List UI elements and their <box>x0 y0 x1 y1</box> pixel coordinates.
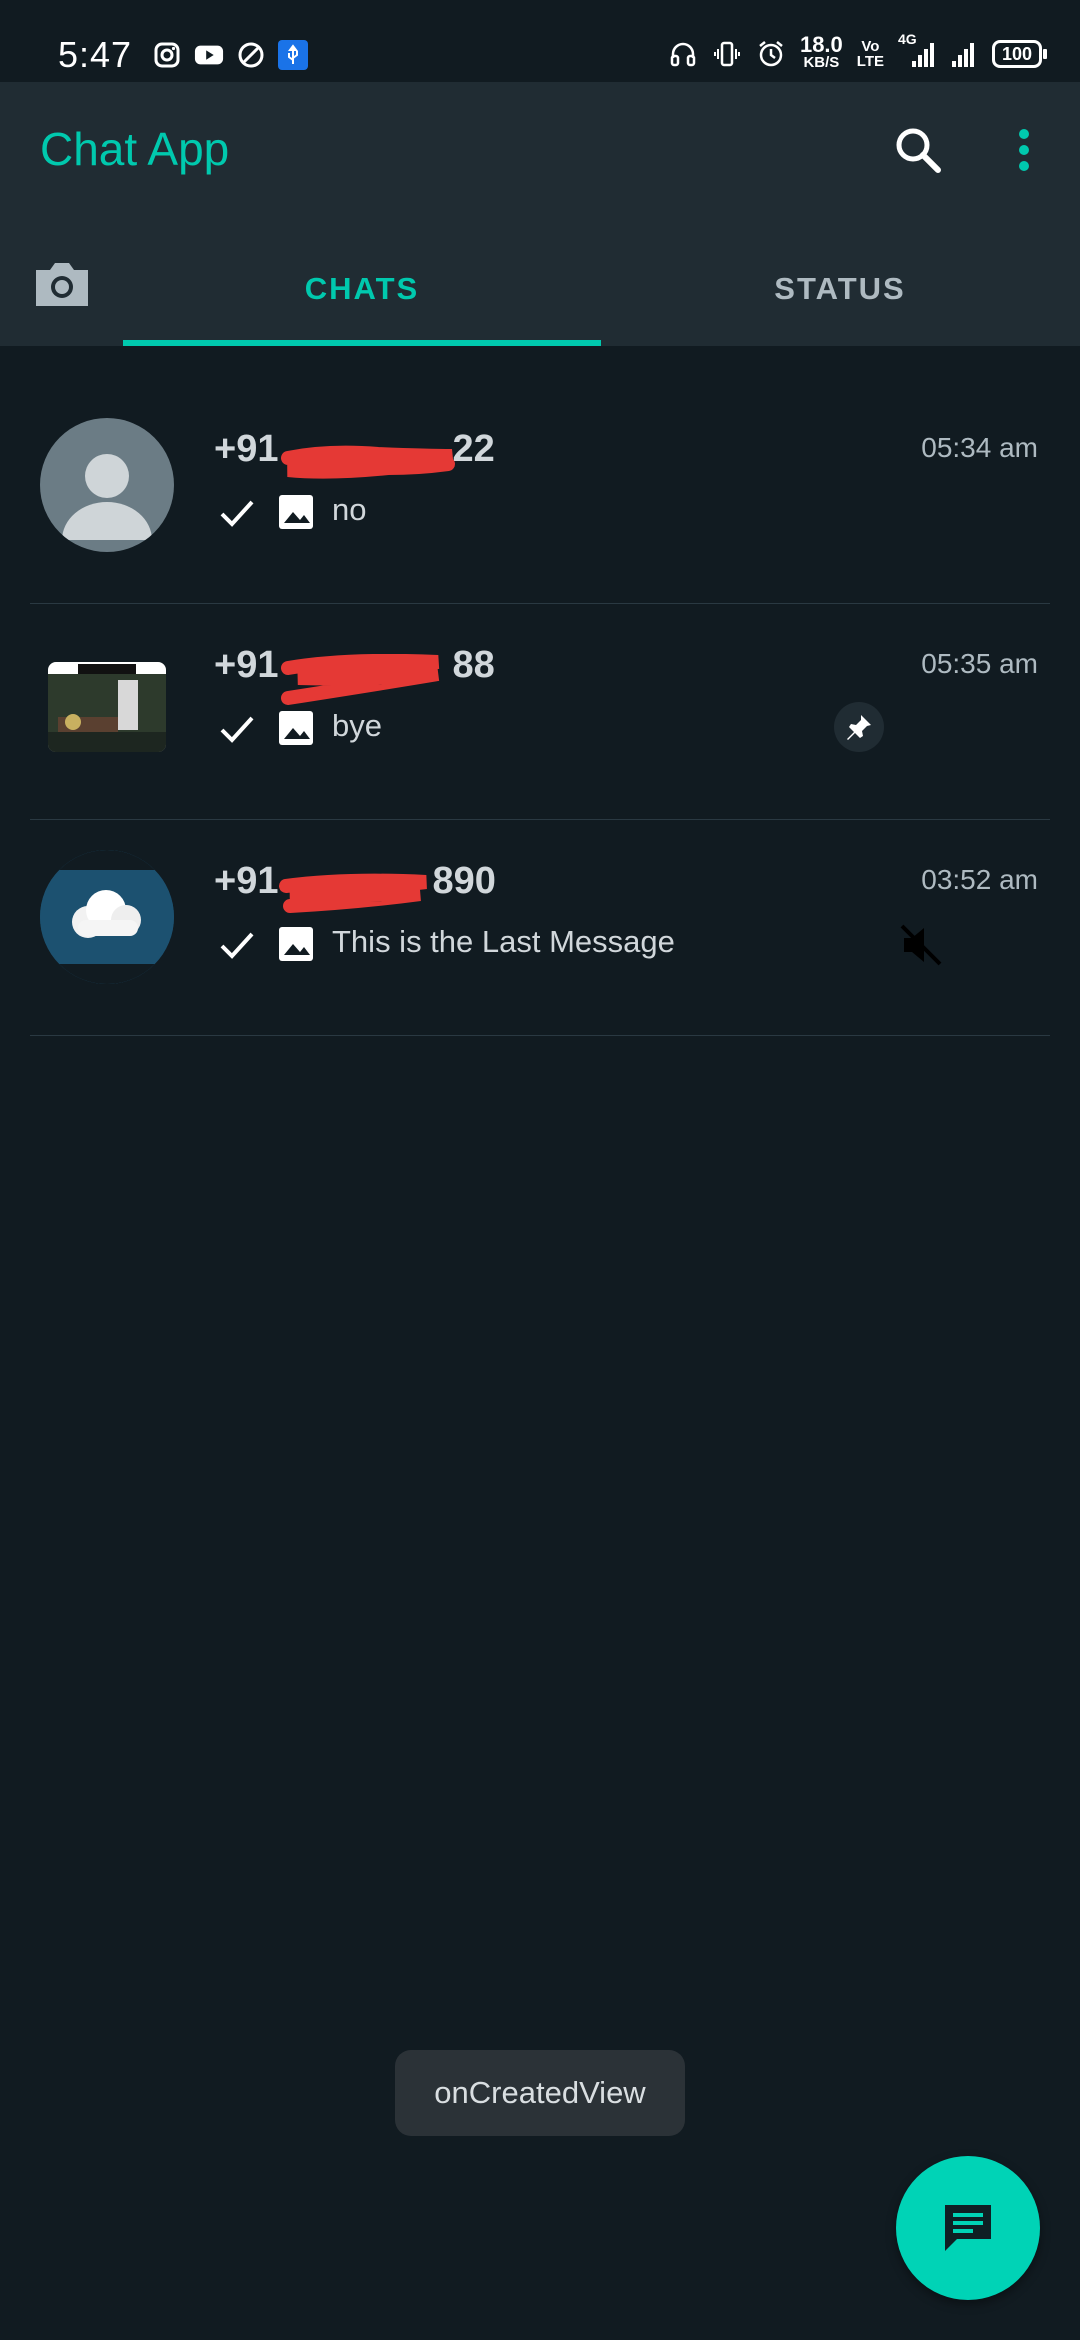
alarm-icon <box>756 39 786 69</box>
search-icon <box>896 128 941 173</box>
chat-row[interactable]: +91 890 03:52 am This is the Last Message <box>0 820 1080 1036</box>
image-icon <box>279 495 313 529</box>
battery-indicator: 100 <box>992 40 1047 68</box>
redaction-mark <box>279 873 427 913</box>
redaction-mark <box>281 445 455 479</box>
last-message: bye <box>332 708 382 743</box>
avatar[interactable] <box>40 418 174 552</box>
chat-time: 05:35 am <box>921 648 1038 679</box>
camera-icon <box>36 263 88 306</box>
pinned-badge <box>834 702 884 752</box>
last-message: no <box>332 492 367 527</box>
status-time: 5:47 <box>58 34 133 75</box>
chat-row[interactable]: +91 22 05:34 am no <box>0 388 1080 604</box>
redaction-mark <box>281 654 440 705</box>
signal-icon <box>948 39 978 69</box>
image-icon <box>279 927 313 961</box>
toast-message: onCreatedView <box>395 2050 685 2136</box>
app-bar: Chat App CHATS STATUS <box>0 82 1080 346</box>
chat-message-icon <box>945 2205 991 2251</box>
tab-indicator <box>123 340 601 346</box>
tab-chats[interactable]: CHATS <box>123 232 601 346</box>
volte-indicator: Vo LTE <box>856 38 884 70</box>
network-speed: 18.0 KB/S <box>799 32 843 72</box>
tab-bar: CHATS STATUS <box>0 232 1080 346</box>
blocked-icon <box>236 40 266 70</box>
chat-time: 03:52 am <box>921 864 1038 895</box>
app-title: Chat App <box>40 123 230 175</box>
vibrate-icon <box>712 39 742 69</box>
sent-check-icon <box>220 716 254 743</box>
avatar[interactable] <box>40 850 174 984</box>
pin-icon <box>847 715 871 740</box>
status-bar: 5:47 18.0 KB/S Vo LTE 4G 100 <box>0 0 1080 82</box>
muted-icon <box>900 924 942 966</box>
search-button[interactable] <box>888 120 948 180</box>
tab-status[interactable]: STATUS <box>601 232 1079 346</box>
signal-4g-icon: 4G <box>898 31 934 69</box>
last-message: This is the Last Message <box>332 924 675 959</box>
image-icon <box>279 711 313 745</box>
new-chat-button[interactable] <box>896 2156 1040 2300</box>
headphones-icon <box>668 39 698 69</box>
camera-tab[interactable] <box>30 252 94 316</box>
more-options-button[interactable] <box>1000 120 1040 180</box>
chat-row[interactable]: +91 88 05:35 am bye <box>0 604 1080 820</box>
avatar[interactable] <box>48 662 166 752</box>
instagram-icon <box>152 40 182 70</box>
sent-check-icon <box>220 932 254 959</box>
usb-icon <box>278 40 308 70</box>
youtube-icon <box>194 40 224 70</box>
status-left-icons <box>152 40 308 70</box>
status-right-icons: 18.0 KB/S Vo LTE 4G 100 <box>668 31 1047 72</box>
chat-time: 05:34 am <box>921 432 1038 463</box>
sent-check-icon <box>220 500 254 527</box>
row-divider <box>30 1035 1050 1036</box>
more-vert-icon <box>1019 129 1029 171</box>
